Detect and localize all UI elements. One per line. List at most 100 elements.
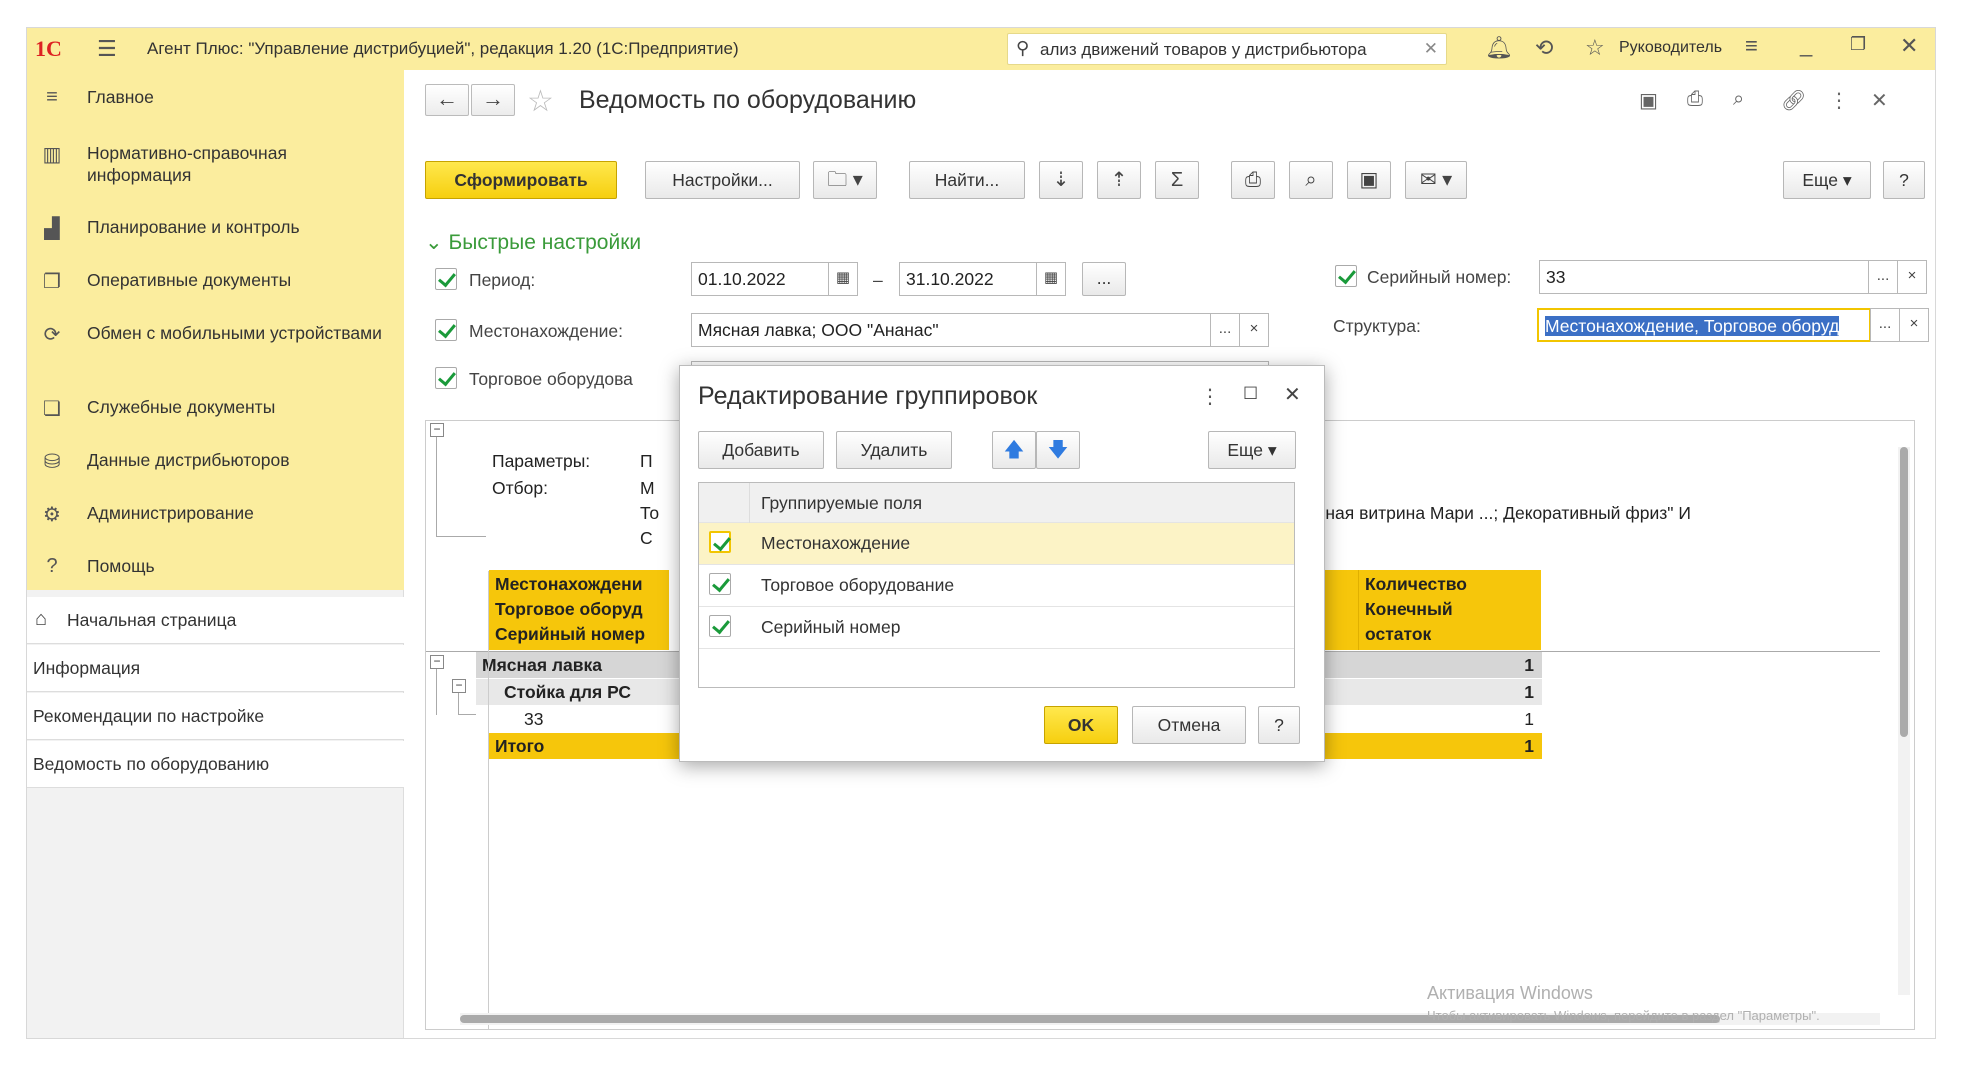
location-select-button[interactable]: ... xyxy=(1210,313,1240,347)
grouping-checkbox[interactable] xyxy=(709,573,731,595)
structure-clear-button[interactable]: × xyxy=(1899,308,1929,342)
quick-settings-toggle[interactable]: ⌄ Быстрые настройки xyxy=(425,230,641,255)
print-button[interactable]: ⎙ xyxy=(1231,161,1275,199)
forward-button[interactable]: → xyxy=(471,84,515,116)
move-up-button[interactable]: 🡅 xyxy=(992,431,1036,469)
settings-button[interactable]: Настройки... xyxy=(645,161,800,199)
structure-field[interactable]: Местонахождение, Торговое оборуд xyxy=(1537,308,1871,342)
add-button[interactable]: Добавить xyxy=(698,431,824,469)
expand-groups-button[interactable]: ⇣ xyxy=(1039,161,1083,199)
sidebar-item-main[interactable]: ≡ Главное xyxy=(27,84,404,130)
screen: 1С ☰ Агент Плюс: "Управление дистрибуцие… xyxy=(0,0,1962,1067)
dialog-more-button[interactable]: Еще ▾ xyxy=(1208,431,1296,469)
equipment-label: Торговое оборудова xyxy=(469,369,633,389)
link-icon[interactable]: 🔗︎ xyxy=(1781,88,1806,113)
delete-button[interactable]: Удалить xyxy=(836,431,952,469)
open-window-info[interactable]: Информация xyxy=(27,645,404,692)
move-down-button[interactable]: 🡇 xyxy=(1036,431,1080,469)
dialog-more-icon[interactable]: ⋮ xyxy=(1200,384,1220,409)
collapse-subgroup-icon[interactable]: − xyxy=(452,679,466,693)
search-input[interactable]: ализ движений товаров у дистрибьютора xyxy=(1040,40,1410,60)
bell-icon[interactable]: 🔔︎ xyxy=(1485,35,1513,61)
envelope-icon: ✉ ▾ xyxy=(1419,169,1453,191)
vertical-scroll-thumb[interactable] xyxy=(1900,447,1908,737)
settings-menu-icon[interactable]: ≡ xyxy=(1745,33,1758,59)
minimize-icon[interactable]: _ xyxy=(1800,32,1812,58)
dialog-maximize-icon[interactable]: ☐ xyxy=(1243,384,1258,404)
sidebar-item-planning[interactable]: ▟ Планирование и контроль xyxy=(27,214,404,260)
sidebar-item-service-docs[interactable]: ❏ Служебные документы xyxy=(27,394,404,440)
sidebar-item-label: Планирование и контроль xyxy=(87,217,300,237)
grouping-row[interactable]: Серийный номер xyxy=(699,607,1294,649)
period-checkbox[interactable] xyxy=(435,268,457,290)
preview-button[interactable]: ⌕ xyxy=(1289,161,1333,199)
location-field[interactable]: Мясная лавка; ООО "Ананас" xyxy=(691,313,1211,347)
global-search[interactable]: ⚲ ализ движений товаров у дистрибьютора … xyxy=(1007,33,1447,65)
sidebar-item-mobile-exchange[interactable]: ⟳ Обмен с мобильными устройствами xyxy=(27,320,404,366)
grouping-checkbox[interactable] xyxy=(709,615,731,637)
cancel-button[interactable]: Отмена xyxy=(1132,706,1246,744)
save-icon[interactable]: ▣ xyxy=(1639,88,1658,113)
user-name[interactable]: Руководитель xyxy=(1619,39,1722,57)
location-clear-button[interactable]: × xyxy=(1239,313,1269,347)
header-line: Количество xyxy=(1365,574,1467,594)
more-vertical-icon[interactable]: ⋮ xyxy=(1829,88,1849,113)
close-form-icon[interactable]: ✕ xyxy=(1871,88,1888,113)
main-menu-icon[interactable]: ☰ xyxy=(97,36,117,62)
favorite-star-icon[interactable]: ☆ xyxy=(527,84,554,119)
grouping-row[interactable]: Местонахождение xyxy=(699,523,1294,565)
sum-button[interactable]: Σ xyxy=(1155,161,1199,199)
period-dash: – xyxy=(873,270,883,290)
structure-select-button[interactable]: ... xyxy=(1870,308,1900,342)
filter-label: Отбор: xyxy=(492,478,548,498)
calendar-to-icon[interactable]: ▦ xyxy=(1036,262,1066,296)
close-window-icon[interactable]: ✕ xyxy=(1900,33,1918,59)
send-email-button[interactable]: ✉ ▾ xyxy=(1405,161,1467,199)
help-button[interactable]: ? xyxy=(1883,161,1925,199)
preview-icon[interactable]: ⌕ xyxy=(1733,88,1744,111)
serial-select-button[interactable]: ... xyxy=(1868,260,1898,294)
open-window-equipment-report[interactable]: Ведомость по оборудованию xyxy=(27,741,404,788)
period-to-field[interactable]: 31.10.2022 xyxy=(899,262,1037,296)
vertical-scrollbar[interactable] xyxy=(1898,447,1910,995)
collapse-header-icon[interactable]: − xyxy=(430,423,444,437)
history-icon[interactable]: ⟲ xyxy=(1535,35,1553,61)
more-button[interactable]: Еще ▾ xyxy=(1783,161,1871,199)
generate-button[interactable]: Сформировать xyxy=(425,161,617,199)
calendar-from-icon[interactable]: ▦ xyxy=(828,262,858,296)
structure-label: Структура: xyxy=(1333,316,1421,336)
save-button[interactable]: ▣ xyxy=(1347,161,1391,199)
serial-field[interactable]: 33 xyxy=(1539,260,1869,294)
print-icon[interactable]: ⎙ xyxy=(1687,88,1703,111)
grouping-fields-table[interactable]: Группируемые поля Местонахождение Торгов… xyxy=(698,482,1295,688)
clear-search-icon[interactable]: ✕ xyxy=(1424,39,1438,59)
grouping-row[interactable]: Торговое оборудование xyxy=(699,565,1294,607)
serial-checkbox[interactable] xyxy=(1335,265,1357,287)
favorites-star-icon[interactable]: ☆ xyxy=(1585,35,1605,61)
period-from-field[interactable]: 01.10.2022 xyxy=(691,262,829,296)
grouping-checkbox[interactable] xyxy=(709,531,731,553)
sidebar-item-administration[interactable]: ⚙ Администрирование xyxy=(27,500,404,546)
sidebar-item-distributor-data[interactable]: ⛁ Данные дистрибьюторов xyxy=(27,447,404,493)
sidebar-item-operational-docs[interactable]: ❐ Оперативные документы xyxy=(27,267,404,313)
find-button[interactable]: Найти... xyxy=(909,161,1025,199)
open-window-recommendations[interactable]: Рекомендации по настройке xyxy=(27,693,404,740)
restore-icon[interactable]: ❐ xyxy=(1850,34,1866,55)
header-group-line xyxy=(436,437,486,537)
period-select-button[interactable]: ... xyxy=(1082,262,1126,296)
serial-label: Серийный номер: xyxy=(1367,267,1512,287)
open-window-home[interactable]: ⌂ Начальная страница xyxy=(27,597,404,644)
documents-icon: ❐ xyxy=(43,271,61,293)
collapse-groups-button[interactable]: ⇡ xyxy=(1097,161,1141,199)
collapse-group-icon[interactable]: − xyxy=(430,655,444,669)
location-checkbox[interactable] xyxy=(435,319,457,341)
sidebar-item-reference[interactable]: ▥ Нормативно-справочная информация xyxy=(27,140,404,186)
back-button[interactable]: ← xyxy=(425,84,469,116)
variants-button[interactable]: 🗀︎ ▾ xyxy=(813,161,877,199)
sidebar-item-help[interactable]: ? Помощь xyxy=(27,553,404,599)
dialog-close-icon[interactable]: ✕ xyxy=(1284,382,1301,407)
equipment-checkbox[interactable] xyxy=(435,367,457,389)
dialog-help-button[interactable]: ? xyxy=(1258,706,1300,744)
ok-button[interactable]: OK xyxy=(1044,706,1118,744)
serial-clear-button[interactable]: × xyxy=(1897,260,1927,294)
